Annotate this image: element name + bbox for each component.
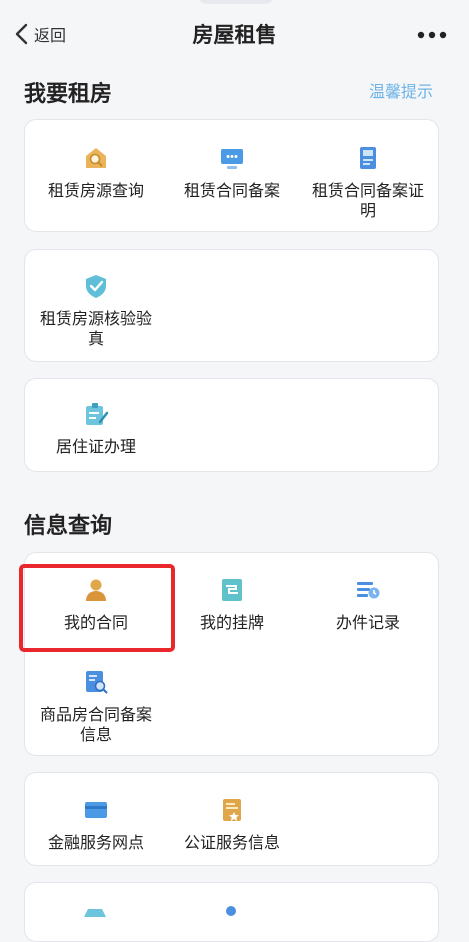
rent-item-verify[interactable]: 租赁房源核验验真 [27,273,165,349]
rent-item-contract-filing[interactable]: 租赁合同备案 [163,145,301,201]
listing-icon [222,579,242,601]
info-item-label: 公证服务信息 [183,833,280,852]
rent-item-label: 租赁房源核验验真 [39,309,152,348]
partial-icon [84,909,106,917]
info-card-2: 金融服务网点 公证服务信息 [24,772,439,866]
more-dots-icon [417,31,447,39]
info-item-label: 金融服务网点 [47,833,144,852]
rent-card-3: 居住证办理 [24,378,439,472]
partial-icon [226,906,236,916]
page-title: 房屋租售 [192,23,277,47]
rent-item-label: 租赁合同备案 [183,181,280,200]
info-item-label: 办件记录 [335,613,400,632]
rent-item-label: 居住证办理 [55,437,136,456]
rent-item-filing-certificate[interactable]: 租赁合同备案证明 [299,145,437,221]
monitor-icon [221,149,243,169]
info-item-finance-outlets[interactable]: 金融服务网点 [27,797,165,853]
info-item-commercial-filing[interactable]: 商品房合同备案信息 [27,669,165,745]
doc-search-icon [86,671,108,694]
id-form-icon [86,403,109,425]
rent-item-residence-permit[interactable]: 居住证办理 [27,401,165,457]
info-item-notary[interactable]: 公证服务信息 [163,797,301,853]
house-search-icon [86,148,106,168]
rent-card-1: 租赁房源查询 租赁合同备案 租赁合同备案证明 [24,119,439,232]
section-title-info: 信息查询 [24,514,113,539]
info-item-records[interactable]: 办件记录 [299,577,437,633]
record-clock-icon [357,582,380,599]
tips-link[interactable]: 温馨提示 [369,78,433,102]
info-card-3 [24,882,439,942]
top-bar: 返回 房屋租售 [0,0,469,68]
top-tab-handle [196,0,276,4]
notary-icon [223,799,241,821]
card-icon [85,802,107,818]
section-title-rent: 我要租房 [24,82,113,107]
highlight-box [19,564,175,652]
rent-item-label: 租赁合同备案证明 [311,181,424,220]
info-item-label: 我的挂牌 [199,613,264,632]
more-button[interactable] [417,22,447,42]
info-item-label: 商品房合同备案信息 [39,705,152,744]
info-item-my-listing[interactable]: 我的挂牌 [163,577,301,633]
rent-item-label: 租赁房源查询 [47,181,144,200]
shield-check-icon [86,275,106,298]
rent-card-2: 租赁房源核验验真 [24,249,439,362]
certificate-icon [360,147,376,169]
rent-item-house-query[interactable]: 租赁房源查询 [27,145,165,201]
